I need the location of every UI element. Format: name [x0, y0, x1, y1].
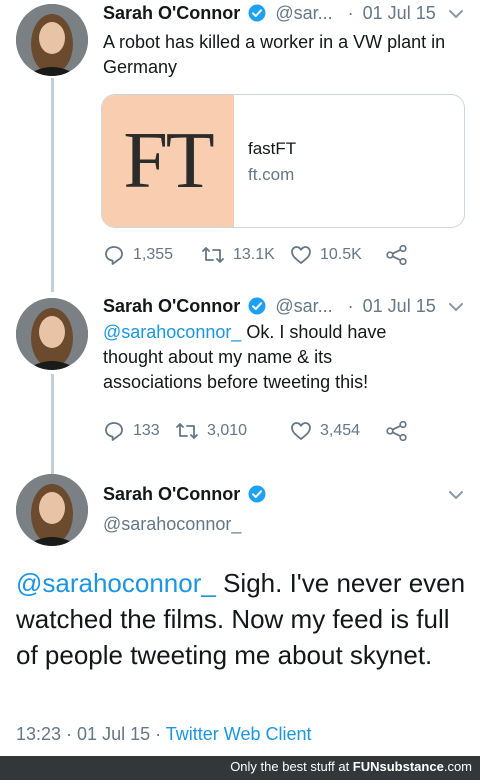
like-count: 10.5K [320, 246, 362, 263]
ft-logo: FT [123, 116, 214, 205]
author-name[interactable]: Sarah O'Connor [103, 3, 240, 23]
mention-link[interactable]: @sarahoconnor_ [103, 322, 241, 342]
thread-line [51, 374, 54, 474]
share-icon [386, 420, 407, 442]
link-card[interactable]: FT fastFT ft.com [101, 94, 465, 228]
like-button[interactable]: 10.5K [290, 244, 362, 266]
tweet-actions: 1,355 13.1K 10.5K [103, 244, 463, 268]
chevron-down-icon[interactable] [448, 8, 464, 20]
author-handle[interactable]: @sarahoconnor_ [103, 514, 241, 535]
author-name[interactable]: Sarah O'Connor [103, 484, 240, 504]
author-handle[interactable]: @sar... [275, 3, 332, 23]
card-domain: ft.com [248, 165, 295, 184]
retweet-count: 13.1K [233, 246, 275, 263]
reply-icon [105, 422, 123, 441]
reply-count: 1,355 [133, 246, 174, 263]
tweet-text: A robot has killed a worker in a VW plan… [103, 32, 446, 77]
share-button[interactable] [385, 420, 417, 442]
retweet-count: 3,010 [207, 422, 248, 439]
retweet-icon [176, 423, 198, 439]
separator-dot: · [61, 724, 78, 744]
mention-link[interactable]: @sarahoconnor_ [16, 568, 216, 598]
avatar-photo [16, 474, 88, 546]
reply-count: 133 [133, 422, 160, 439]
retweet-button[interactable]: 3,010 [175, 420, 247, 442]
verified-badge-icon [248, 297, 266, 320]
reply-button[interactable]: 133 [103, 420, 160, 442]
watermark-brand: FUNsubstance [352, 759, 444, 774]
reply-button[interactable]: 1,355 [103, 244, 173, 266]
like-button[interactable]: 3,454 [290, 420, 360, 442]
share-icon [386, 244, 407, 266]
tweet-date[interactable]: 01 Jul 15 [363, 3, 436, 23]
tweet-meta: 13:23 · 01 Jul 15 · Twitter Web Client [16, 724, 312, 745]
chevron-down-icon[interactable] [448, 489, 464, 501]
chevron-down-icon[interactable] [448, 301, 464, 313]
like-icon [291, 422, 311, 440]
card-logo: FT [102, 95, 234, 227]
watermark-suffix: .com [443, 759, 472, 774]
retweet-icon [202, 247, 224, 263]
tweet-time[interactable]: 13:23 [16, 724, 61, 744]
avatar-photo [16, 298, 88, 370]
tweet-text: @sarahoconnor_ Sigh. I've never even wat… [16, 565, 466, 673]
tweet-actions: 133 3,010 3,454 [103, 420, 463, 444]
separator-dot: · [347, 3, 354, 23]
client-link[interactable]: Twitter Web Client [166, 724, 312, 744]
verified-badge-icon [248, 485, 266, 508]
watermark-bar: Only the best stuff at FUNsubstance.com [0, 756, 480, 780]
tweet-text: @sarahoconnor_ Ok. I should have thought… [103, 320, 433, 395]
author-name[interactable]: Sarah O'Connor [103, 296, 240, 316]
avatar-photo [16, 4, 88, 76]
avatar[interactable] [16, 298, 88, 370]
avatar[interactable] [16, 4, 88, 76]
separator-dot: · [347, 296, 354, 316]
tweet-date[interactable]: 01 Jul 15 [77, 724, 150, 744]
tweet-date[interactable]: 01 Jul 15 [363, 296, 436, 316]
watermark-text: Only the best stuff at FUNsubstance.com [230, 759, 472, 774]
avatar[interactable] [16, 474, 88, 546]
like-icon [291, 246, 311, 264]
retweet-button[interactable]: 13.1K [201, 244, 275, 266]
verified-badge-icon [248, 4, 266, 27]
separator-dot: · [150, 724, 166, 744]
reply-icon [105, 246, 123, 265]
watermark-prefix: Only the best stuff at [230, 759, 353, 774]
card-title: fastFT [248, 139, 297, 158]
like-count: 3,454 [320, 422, 361, 439]
thread-line [51, 78, 54, 292]
share-button[interactable] [385, 244, 417, 266]
author-handle[interactable]: @sar... [275, 296, 332, 316]
